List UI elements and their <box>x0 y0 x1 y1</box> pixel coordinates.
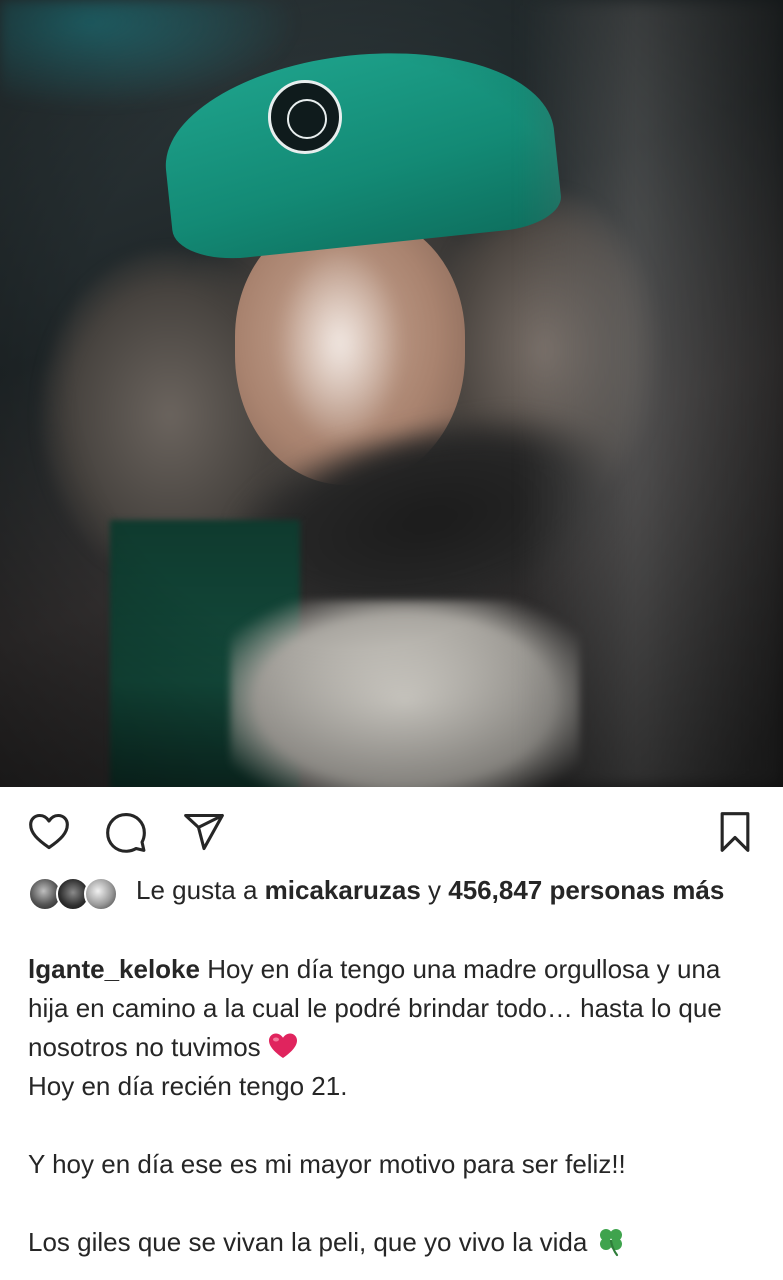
instagram-post: Le gusta a micakaruzas y 456,847 persona… <box>0 0 783 1280</box>
likes-summary[interactable]: Le gusta a micakaruzas y 456,847 persona… <box>28 873 758 911</box>
likes-count[interactable]: 456,847 personas más <box>448 875 724 905</box>
first-liker-username[interactable]: micakaruzas <box>265 875 421 905</box>
share-button[interactable] <box>180 808 228 856</box>
liker-avatars <box>28 877 124 913</box>
heart-emoji-icon <box>268 1033 297 1058</box>
four-leaf-clover-icon <box>599 1229 622 1257</box>
likes-joiner: y <box>428 875 442 905</box>
post-caption: lgante_keloke Hoy en día tengo una madre… <box>28 950 763 1262</box>
post-photo[interactable] <box>0 0 783 787</box>
post-action-bar <box>0 800 783 862</box>
caption-paragraph: lgante_keloke Hoy en día tengo una madre… <box>28 950 763 1067</box>
caption-paragraph: Los giles que se vivan la peli, que yo v… <box>28 1223 763 1262</box>
likes-prefix: Le gusta a <box>136 875 258 905</box>
heart-outline-icon <box>29 813 69 850</box>
like-button[interactable] <box>25 808 73 856</box>
caption-line: Y hoy en día ese es mi mayor motivo para… <box>28 1149 626 1179</box>
photo-vignette <box>0 0 783 787</box>
likes-text: Le gusta a micakaruzas y 456,847 persona… <box>28 873 758 908</box>
caption-username[interactable]: lgante_keloke <box>28 954 200 984</box>
paper-plane-icon <box>184 813 224 851</box>
bookmark-outline-icon <box>720 812 750 852</box>
save-button[interactable] <box>711 808 759 856</box>
caption-line: Hoy en día recién tengo 21. <box>28 1071 348 1101</box>
avatar <box>84 877 118 911</box>
comment-button[interactable] <box>102 808 150 856</box>
comment-bubble-icon <box>106 813 146 853</box>
caption-line: Los giles que se vivan la peli, que yo v… <box>28 1227 595 1257</box>
